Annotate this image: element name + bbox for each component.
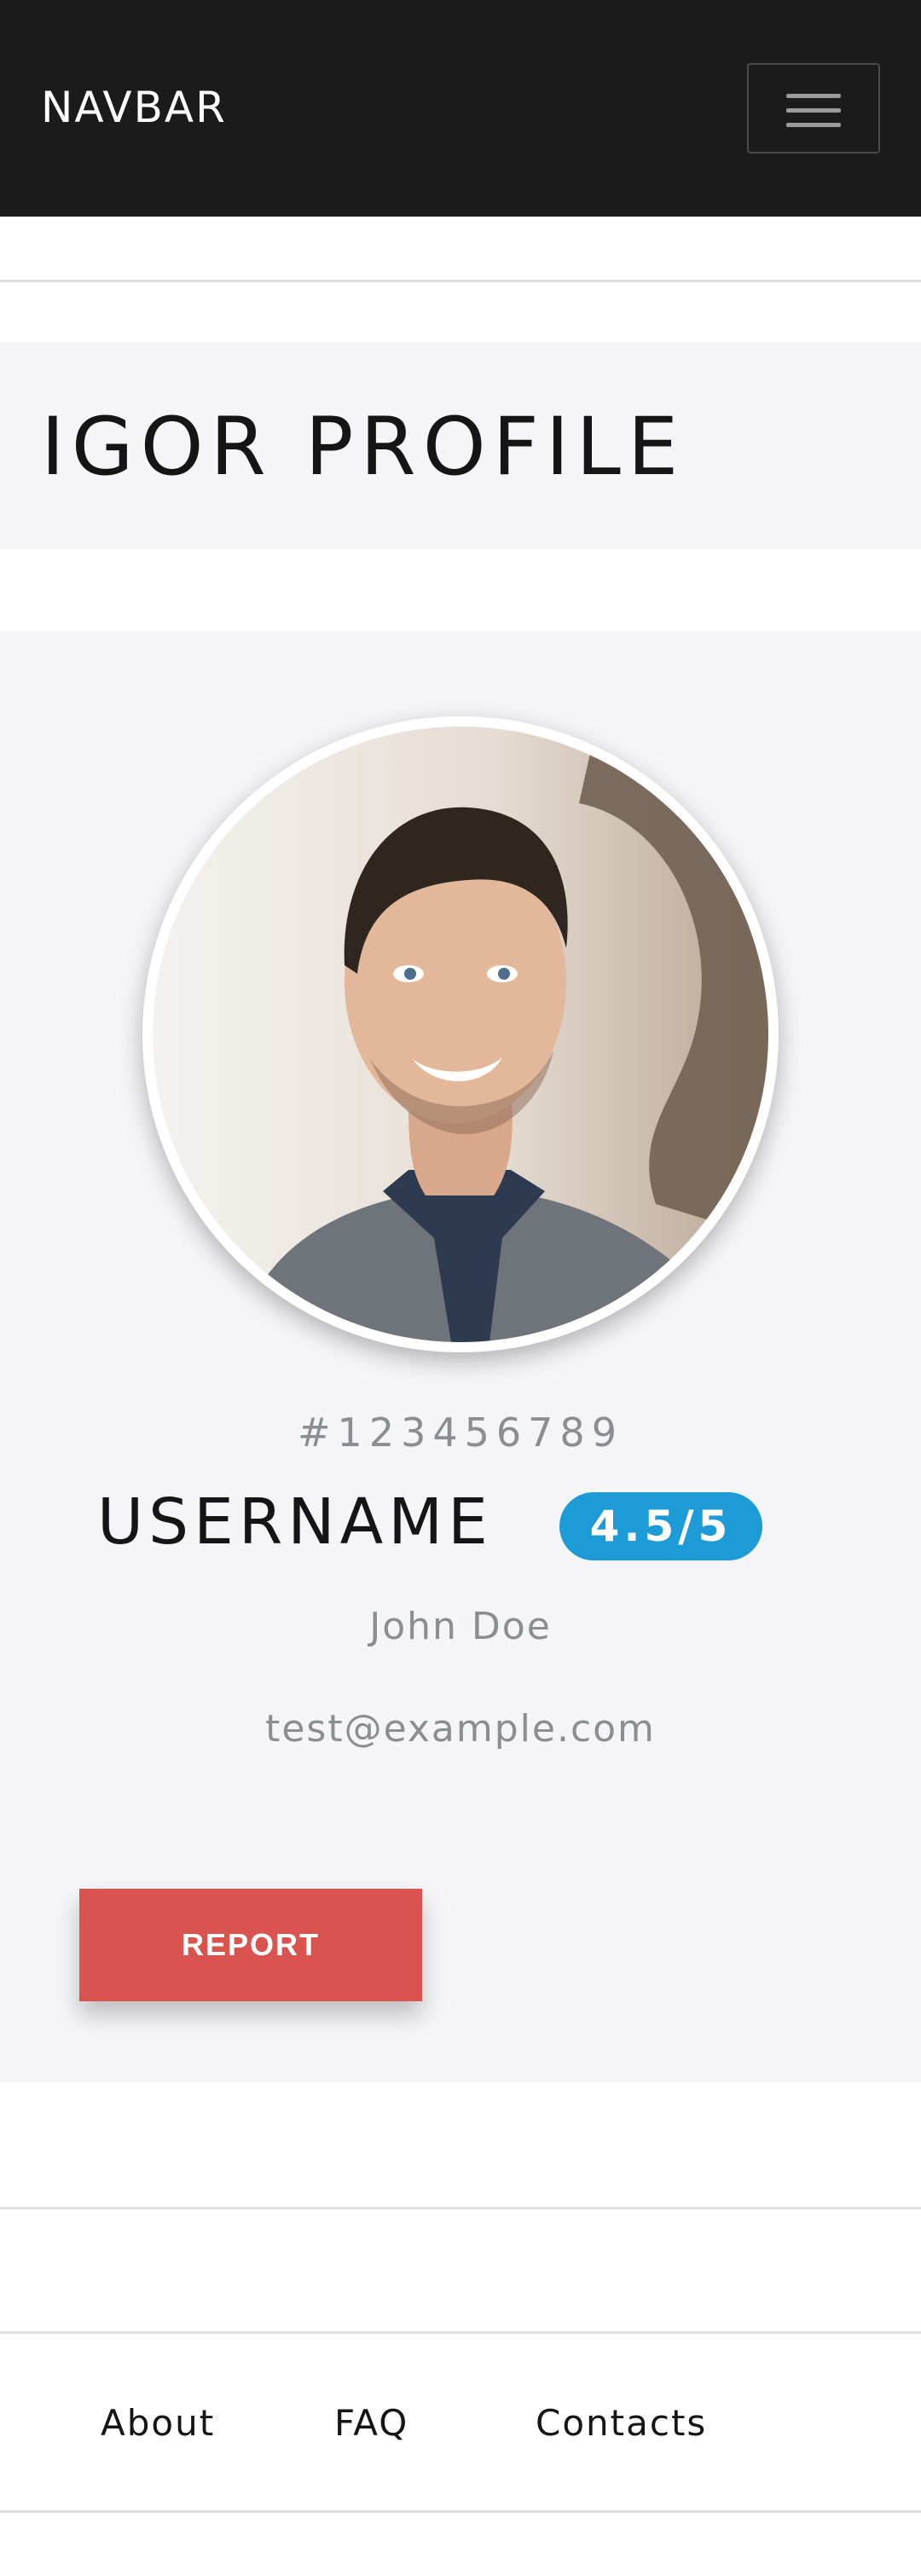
email: test@example.com xyxy=(265,1707,656,1751)
divider xyxy=(0,280,921,282)
username: USERNAME xyxy=(97,1485,493,1559)
divider xyxy=(0,2207,921,2209)
full-name: John Doe xyxy=(369,1605,552,1648)
footer-link-about[interactable]: About xyxy=(101,2398,215,2449)
footer-link-contacts[interactable]: Contacts xyxy=(536,2398,707,2449)
navbar: NAVBAR xyxy=(0,0,921,217)
footer-link-faq[interactable]: FAQ xyxy=(334,2398,408,2449)
page-title: IGOR PROFILE xyxy=(41,401,686,494)
divider xyxy=(0,2331,921,2334)
navbar-toggle-button[interactable] xyxy=(747,63,880,153)
footer-nav: About FAQ Contacts xyxy=(0,2335,921,2514)
navbar-brand[interactable]: NAVBAR xyxy=(41,82,227,133)
divider xyxy=(0,2510,921,2513)
avatar xyxy=(142,716,779,1352)
hamburger-menu-icon xyxy=(786,108,841,113)
hamburger-menu-icon xyxy=(786,123,841,127)
profile-card: #123456789 USERNAME 4.5/5 John Doe test@… xyxy=(0,631,921,2082)
page-header: IGOR PROFILE xyxy=(0,343,921,549)
rating-badge: 4.5/5 xyxy=(559,1492,762,1560)
user-id: #123456789 xyxy=(298,1410,623,1456)
hamburger-menu-icon xyxy=(786,94,841,98)
report-button[interactable]: REPORT xyxy=(79,1889,422,2001)
profile-photo xyxy=(153,726,768,1342)
